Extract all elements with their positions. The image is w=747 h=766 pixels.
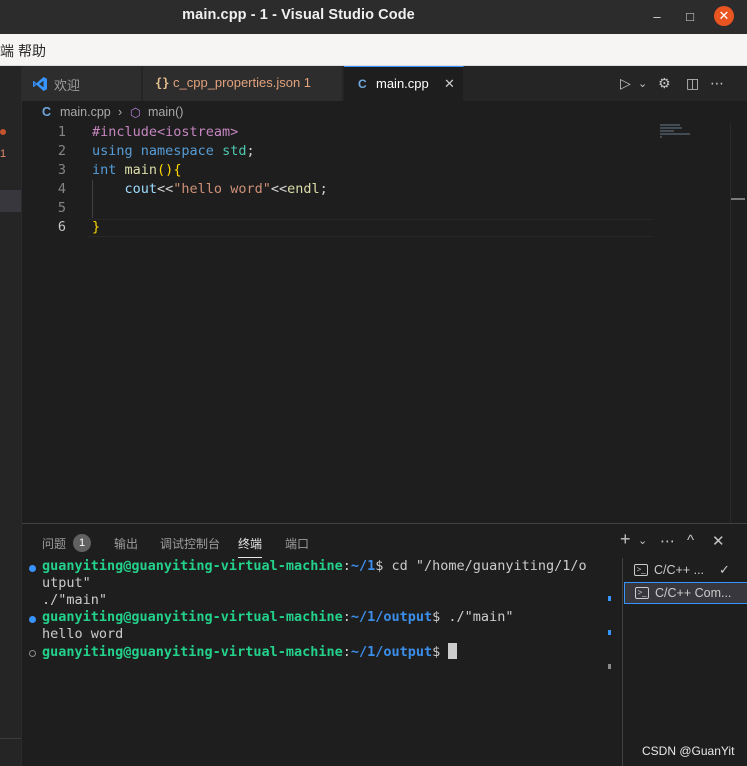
gear-icon[interactable]: ⚙ bbox=[658, 75, 671, 92]
tab-problems[interactable]: 问题 bbox=[42, 535, 66, 552]
command-pending-dot-icon bbox=[29, 650, 36, 657]
code-line: } bbox=[92, 219, 100, 235]
editor-scrollbar[interactable] bbox=[730, 123, 747, 523]
sidebar-divider bbox=[0, 738, 21, 739]
line-number: 1 bbox=[57, 124, 66, 140]
code-line: using namespace std; bbox=[92, 143, 255, 159]
line-number: 3 bbox=[57, 162, 66, 178]
command-success-dot-icon bbox=[29, 616, 36, 623]
bottom-panel: 问题 1 输出 调试控制台 终端 端口 + ⌄ ⋯ ^ ✕ guanyiting… bbox=[22, 523, 747, 766]
json-braces-icon: {} bbox=[155, 76, 170, 90]
more-actions-icon[interactable]: ⋯ bbox=[710, 75, 724, 92]
code-line-3-text: int main(){ bbox=[92, 162, 182, 178]
modified-dot-icon bbox=[0, 129, 6, 135]
maximize-panel-icon[interactable]: ^ bbox=[687, 532, 694, 549]
terminal-line: ./"main" bbox=[42, 592, 108, 608]
tab-welcome[interactable]: 欢迎 bbox=[22, 66, 142, 101]
cpp-file-icon: C bbox=[358, 77, 367, 91]
terminal-line: guanyiting@guanyiting-virtual-machine:~/… bbox=[42, 558, 587, 574]
terminal-command bbox=[440, 644, 448, 660]
code-line-1-text: #include<iostream> bbox=[92, 124, 239, 140]
terminal-line: hello word bbox=[42, 626, 124, 642]
breadcrumb: C main.cpp › ⬡ main() bbox=[22, 101, 747, 123]
terminal-user: guanyiting@guanyiting-virtual-machine bbox=[42, 644, 343, 660]
terminal-session-item[interactable]: >_ C/C++ ... ✓ bbox=[624, 560, 747, 582]
terminal-session-item-selected[interactable]: >_ C/C++ Com... bbox=[624, 582, 747, 604]
run-icon[interactable]: ▷ bbox=[620, 75, 631, 92]
code-line-6-text: } bbox=[92, 219, 101, 235]
title-bar: main.cpp - 1 - Visual Studio Code – □ ✕ bbox=[0, 0, 747, 34]
terminal-line: guanyiting@guanyiting-virtual-machine:~/… bbox=[42, 643, 458, 660]
terminal[interactable]: guanyiting@guanyiting-virtual-machine:~/… bbox=[22, 558, 622, 766]
line-number: 2 bbox=[57, 143, 66, 159]
command-success-dot-icon bbox=[29, 565, 36, 572]
terminal-path: ~/1/output bbox=[350, 644, 433, 660]
tab-terminal[interactable]: 终端 bbox=[238, 535, 263, 558]
terminal-command: cd "/home/guanyiting/1/o bbox=[383, 558, 587, 574]
close-panel-icon[interactable]: ✕ bbox=[712, 532, 725, 550]
line-number: 5 bbox=[57, 200, 66, 216]
minimap[interactable] bbox=[660, 123, 700, 143]
maximize-button[interactable]: □ bbox=[681, 8, 699, 26]
problems-badge: 1 bbox=[73, 534, 91, 552]
terminal-session-label: C/C++ ... bbox=[654, 563, 705, 577]
tab-c-cpp-properties[interactable]: {} c_cpp_properties.json 1 bbox=[143, 66, 343, 101]
code-line: cout<<"hello word"<<endl; bbox=[92, 181, 328, 197]
tab-welcome-label: 欢迎 bbox=[54, 78, 81, 93]
sidebar-fragment: 1 bbox=[0, 66, 22, 766]
menu-item-terminal[interactable]: 端 bbox=[0, 41, 14, 61]
terminal-session-label: C/C++ Com... bbox=[655, 586, 732, 600]
breadcrumb-separator: › bbox=[118, 105, 123, 119]
terminal-path: ~/1/output bbox=[350, 609, 433, 625]
line-number-current: 6 bbox=[57, 219, 66, 235]
tab-main-cpp[interactable]: C main.cpp ✕ bbox=[344, 66, 464, 101]
vscode-logo-icon bbox=[32, 76, 48, 95]
code-line-4-text: cout<<"hello word"<<endl; bbox=[124, 181, 328, 197]
breadcrumb-symbol[interactable]: main() bbox=[148, 105, 183, 119]
tab-debug-console[interactable]: 调试控制台 bbox=[160, 535, 220, 552]
terminal-line: guanyiting@guanyiting-virtual-machine:~/… bbox=[42, 609, 514, 625]
terminal-line: utput" bbox=[42, 575, 91, 591]
terminal-session-list: >_ C/C++ ... ✓ >_ C/C++ Com... bbox=[622, 558, 747, 766]
cpp-file-icon: C bbox=[42, 105, 52, 119]
terminal-user: guanyiting@guanyiting-virtual-machine bbox=[42, 558, 343, 574]
close-tab-icon[interactable]: ✕ bbox=[444, 76, 455, 92]
window-title: main.cpp - 1 - Visual Studio Code bbox=[182, 7, 415, 23]
check-icon: ✓ bbox=[719, 562, 730, 577]
new-terminal-icon[interactable]: + bbox=[620, 529, 631, 550]
menu-bar: 端 帮助 bbox=[0, 34, 747, 66]
terminal-dropdown-icon[interactable]: ⌄ bbox=[638, 534, 647, 547]
code-editor[interactable]: 1 2 3 4 5 6 #include<iostream> using nam… bbox=[22, 123, 747, 523]
terminal-command: ./"main" bbox=[440, 609, 514, 625]
code-line: #include<iostream> bbox=[92, 124, 238, 140]
terminal-user: guanyiting@guanyiting-virtual-machine bbox=[42, 609, 343, 625]
more-actions-icon[interactable]: ⋯ bbox=[660, 532, 675, 550]
tab-output[interactable]: 输出 bbox=[114, 535, 138, 552]
terminal-icon: >_ bbox=[635, 587, 649, 599]
code-line-2-text: using namespace std; bbox=[92, 143, 255, 159]
terminal-cursor bbox=[448, 643, 458, 659]
watermark: CSDN @GuanYit bbox=[642, 744, 735, 758]
terminal-path: ~/1 bbox=[350, 558, 376, 574]
tab-main-cpp-label: main.cpp bbox=[376, 76, 429, 91]
line-number: 4 bbox=[57, 181, 66, 197]
tab-c-cpp-properties-label: c_cpp_properties.json 1 bbox=[173, 75, 312, 90]
minimize-button[interactable]: – bbox=[648, 8, 666, 26]
terminal-icon: >_ bbox=[634, 564, 648, 576]
run-dropdown-icon[interactable]: ⌄ bbox=[638, 77, 647, 90]
close-window-button[interactable]: ✕ bbox=[714, 6, 734, 26]
breadcrumb-file[interactable]: main.cpp bbox=[60, 105, 111, 119]
tab-ports[interactable]: 端口 bbox=[285, 535, 309, 552]
menu-item-help[interactable]: 帮助 bbox=[18, 41, 46, 61]
symbol-method-icon: ⬡ bbox=[130, 106, 141, 120]
problem-count: 1 bbox=[0, 148, 7, 160]
scrollbar-cursor-marker bbox=[731, 198, 745, 200]
editor-tab-bar: 欢迎 {} c_cpp_properties.json 1 C main.cpp… bbox=[22, 66, 747, 101]
sidebar-selected-item[interactable] bbox=[0, 190, 21, 212]
split-editor-icon[interactable]: ◫ bbox=[686, 75, 699, 92]
current-line-highlight bbox=[88, 219, 653, 237]
code-line: int main(){ bbox=[92, 162, 181, 178]
